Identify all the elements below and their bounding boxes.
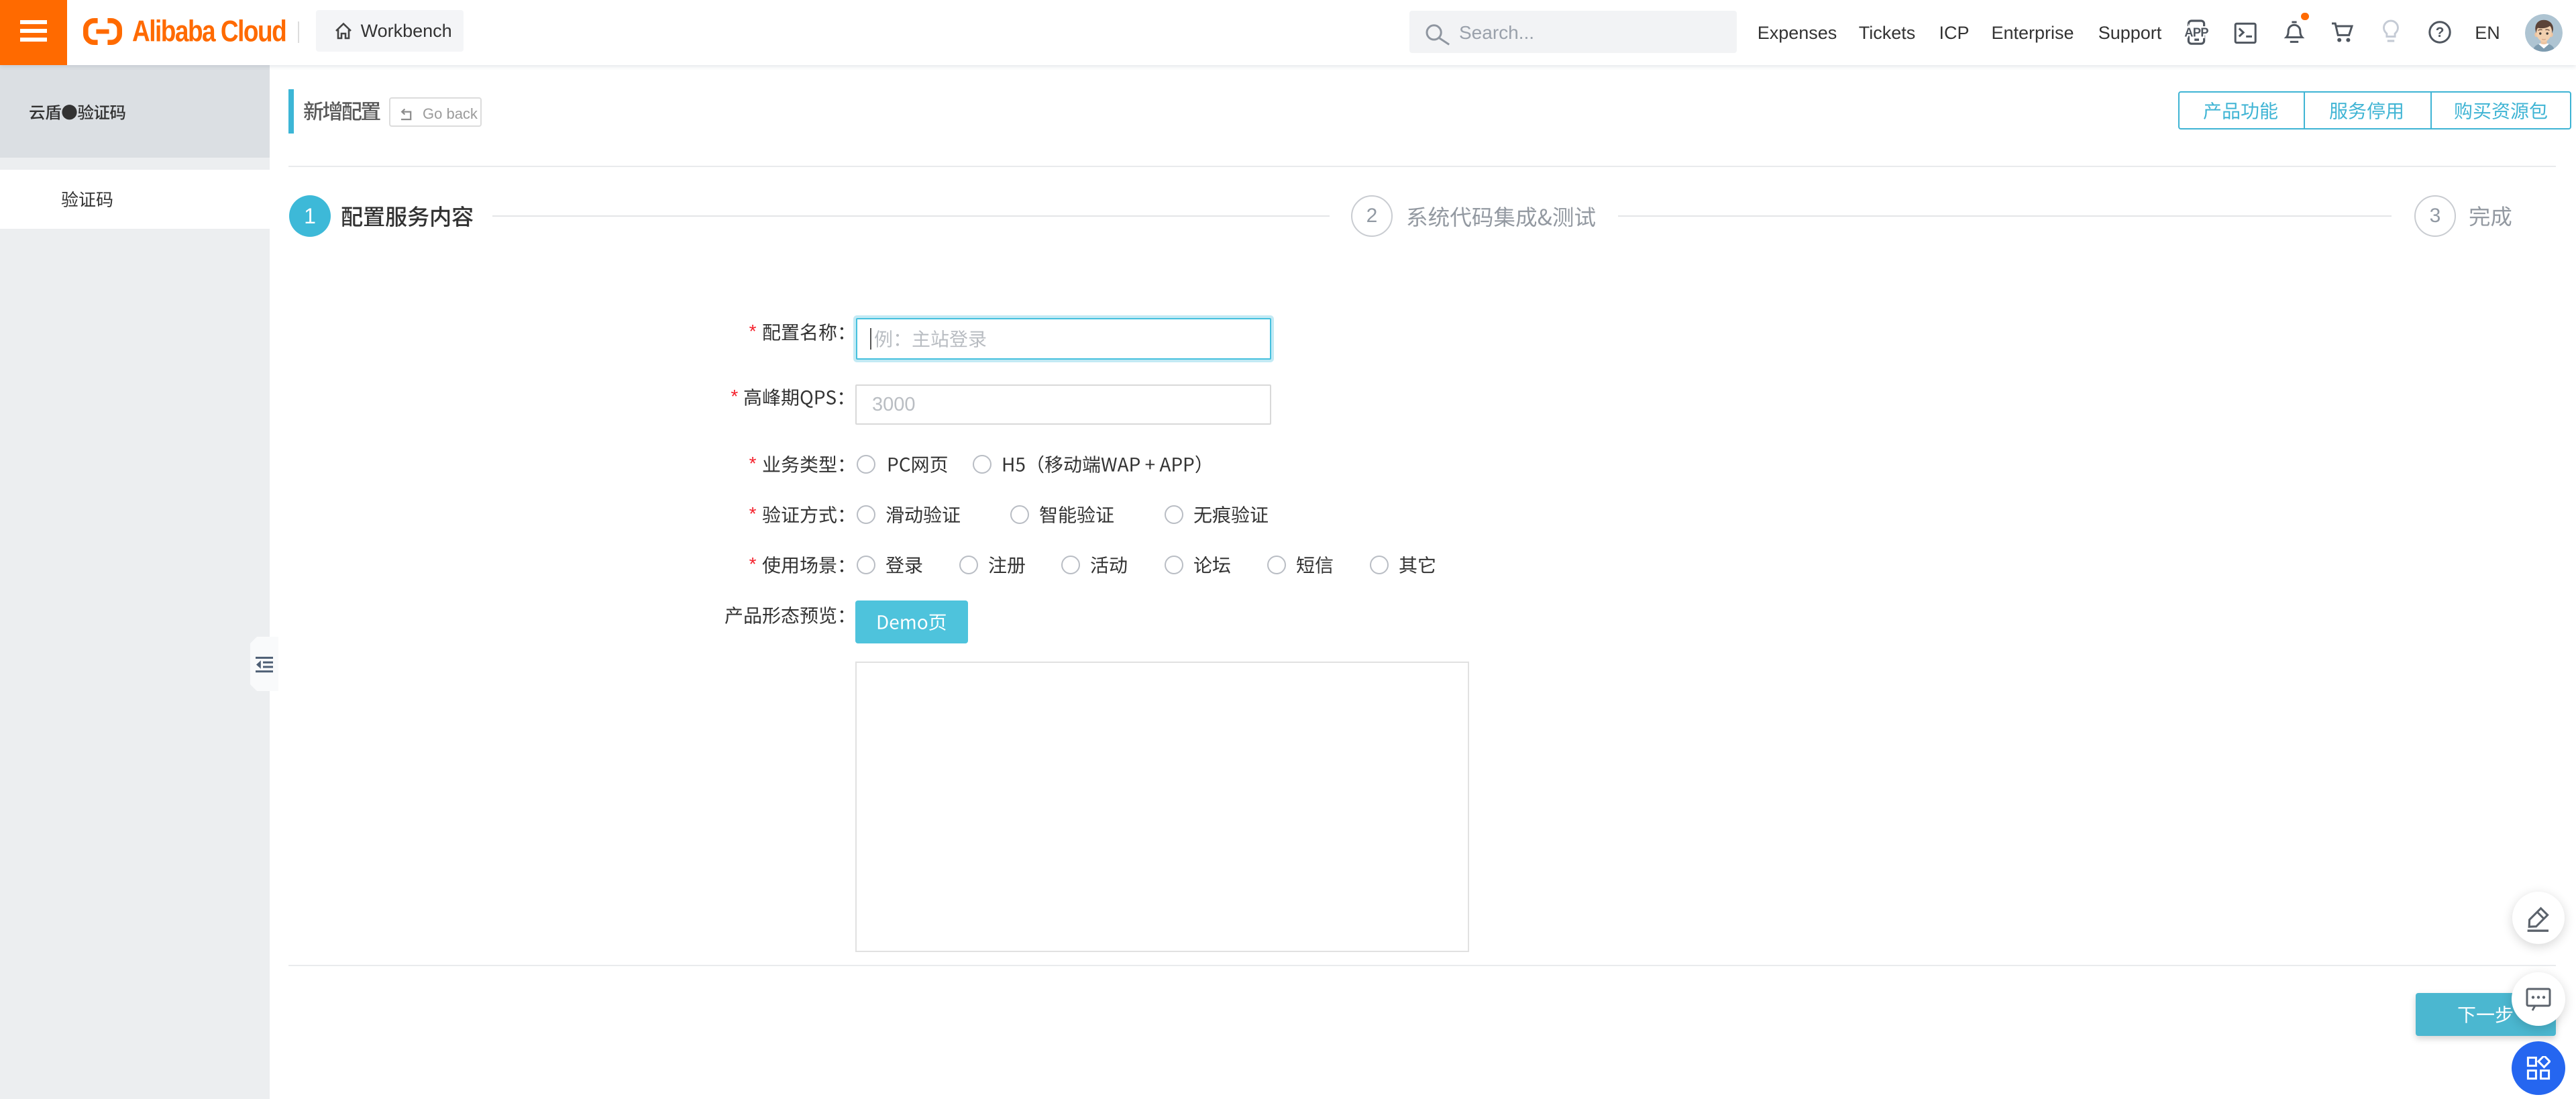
svg-text:APP: APP xyxy=(2184,25,2208,39)
svg-text:?: ? xyxy=(2436,25,2445,40)
